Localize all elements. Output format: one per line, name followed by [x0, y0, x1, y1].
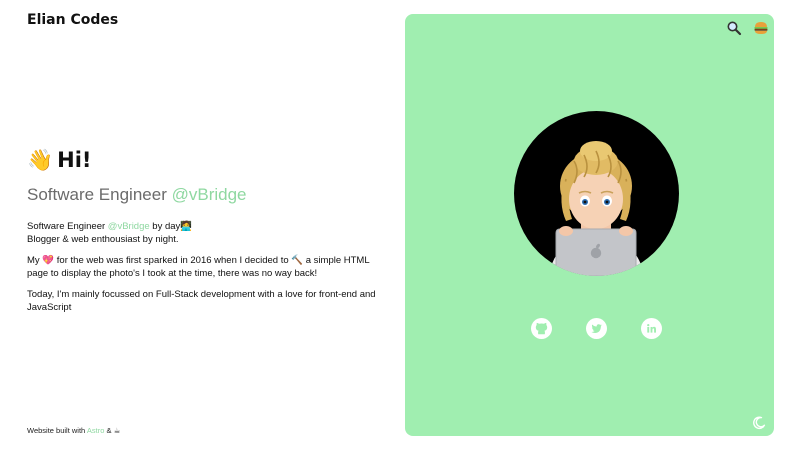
wave-emoji: 👋 [27, 148, 54, 172]
github-icon-graphic [531, 318, 552, 339]
avatar [514, 111, 679, 276]
site-title[interactable]: Elian Codes [27, 12, 118, 28]
footer-suffix: & ☕ [104, 426, 121, 435]
bio-p2-mid: for the web was first sparked in 2016 wh… [54, 255, 292, 266]
twitter-icon[interactable] [586, 318, 607, 339]
moon-icon[interactable] [752, 416, 766, 430]
moon-icon-graphic [753, 416, 766, 430]
greeting-text: Hi! [57, 148, 92, 172]
vbridge-link[interactable]: @vBridge [108, 221, 150, 232]
bio-line2: Blogger & web enthousiast by night. [27, 234, 179, 245]
github-icon[interactable] [531, 318, 552, 339]
bio-paragraph-1: Software Engineer @vBridge by day🧑‍💻 Blo… [27, 220, 387, 246]
bio-paragraph-2: My 💖 for the web was first sparked in 20… [27, 254, 387, 280]
hamburger-icon[interactable] [753, 20, 769, 36]
hammer-emoji: 🔨 [291, 255, 304, 266]
hero-section: 👋 Hi! Software Engineer @vBridge Softwar… [27, 146, 387, 322]
linkedin-icon-graphic [641, 318, 662, 339]
bio-paragraph-3: Today, I'm mainly focussed on Full-Stack… [27, 289, 376, 313]
profile-panel [405, 14, 774, 436]
bio-p2-start: My [27, 255, 43, 266]
bio-line1-suffix: by day🧑‍💻 [149, 221, 193, 232]
search-icon-graphic [727, 21, 742, 36]
twitter-icon-graphic [586, 318, 607, 339]
linkedin-icon[interactable] [641, 318, 662, 339]
memoji-avatar-graphic [549, 141, 644, 276]
search-icon[interactable] [726, 20, 742, 36]
bio-line1-prefix: Software Engineer [27, 221, 108, 232]
subtitle-handle: @vBridge [171, 185, 247, 204]
astro-link[interactable]: Astro [87, 426, 105, 435]
subtitle-prefix: Software Engineer [27, 185, 172, 204]
heart-emoji: 💖 [42, 255, 55, 266]
footer-prefix: Website built with [27, 426, 87, 435]
hamburger-icon-graphic [754, 22, 768, 34]
site-footer: Website built with Astro & ☕ [27, 426, 120, 435]
hero-subtitle: Software Engineer @vBridge [27, 184, 387, 206]
greeting-heading: 👋 Hi! [27, 146, 387, 174]
